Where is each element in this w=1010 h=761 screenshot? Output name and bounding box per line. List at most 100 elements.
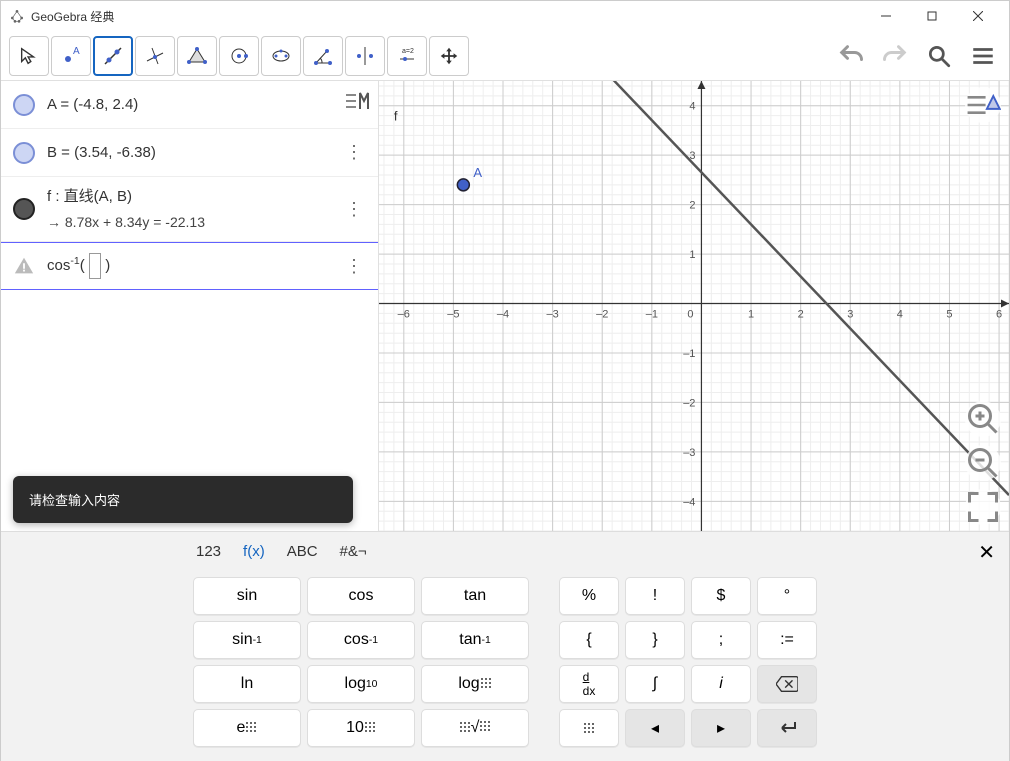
key-tan[interactable]: tan (421, 577, 529, 615)
algebra-row[interactable]: B = (3.54, -6.38) ⋮ (1, 129, 378, 177)
tool-move[interactable] (9, 36, 49, 76)
key-∫[interactable]: ∫ (625, 665, 685, 703)
visibility-marker-icon[interactable] (13, 94, 35, 116)
menu-button[interactable] (965, 38, 1001, 74)
svg-text:–2: –2 (683, 397, 695, 409)
tool-reflect[interactable] (345, 36, 385, 76)
key-°[interactable]: ° (757, 577, 817, 615)
algebra-row[interactable]: A = (-4.8, 2.4) (1, 81, 378, 129)
visibility-marker-icon[interactable] (13, 198, 35, 220)
svg-text:–4: –4 (497, 309, 509, 321)
key-◂[interactable]: ◂ (625, 709, 685, 747)
key-$[interactable]: $ (691, 577, 751, 615)
tab-123[interactable]: 123 (196, 543, 221, 560)
symbolic-toggle[interactable] (338, 81, 378, 121)
key-log_10[interactable]: log10 (307, 665, 415, 703)
keyboard-tabs: 123 f(x) ABC #&¬ (1, 532, 1009, 571)
algebra-input-row[interactable]: cos-1( ) ⋮ (1, 242, 378, 290)
key-%[interactable]: % (559, 577, 619, 615)
svg-text:–4: –4 (683, 496, 695, 508)
maximize-button[interactable] (909, 1, 955, 31)
key-{[interactable]: { (559, 621, 619, 659)
svg-text:4: 4 (689, 101, 695, 113)
algebra-view: A = (-4.8, 2.4) B = (3.54, -6.38) ⋮ f : … (1, 81, 379, 531)
zoom-in-button[interactable] (965, 401, 1001, 437)
more-icon[interactable]: ⋮ (342, 199, 366, 220)
svg-text:2: 2 (798, 309, 804, 321)
svg-text:A: A (73, 46, 80, 57)
key-cos^-1[interactable]: cos-1 (307, 621, 415, 659)
key-enter[interactable] (757, 709, 817, 747)
minimize-button[interactable] (863, 1, 909, 31)
algebra-input[interactable]: cos-1( ) (47, 253, 330, 279)
svg-text:3: 3 (847, 309, 853, 321)
app-icon (9, 8, 25, 24)
key-:=[interactable]: := (757, 621, 817, 659)
svg-text:–3: –3 (683, 447, 695, 459)
key-ans[interactable] (559, 709, 619, 747)
main-area: A = (-4.8, 2.4) B = (3.54, -6.38) ⋮ f : … (1, 81, 1009, 531)
tab-sym[interactable]: #&¬ (340, 543, 367, 560)
algebra-expr: f : 直线(A, B) → 8.78x + 8.34y = -22.13 (47, 185, 330, 233)
zoom-out-button[interactable] (965, 445, 1001, 481)
algebra-expr: A = (-4.8, 2.4) (47, 93, 366, 117)
visibility-marker-icon[interactable] (13, 142, 35, 164)
error-tooltip: 请检查输入内容 (13, 476, 353, 523)
graphics-view[interactable]: –6–5–4–3–2–1123456–4–3–2–112340fA (379, 81, 1009, 531)
svg-text:2: 2 (689, 200, 695, 212)
svg-text:–1: –1 (683, 348, 695, 360)
key-sin^-1[interactable]: sin-1 (193, 621, 301, 659)
graphics-settings-button[interactable] (965, 87, 1001, 123)
svg-text:–1: –1 (646, 309, 658, 321)
svg-text:6: 6 (996, 309, 1002, 321)
svg-text:–6: –6 (398, 309, 410, 321)
key-backspace[interactable] (757, 665, 817, 703)
undo-button[interactable] (833, 38, 869, 74)
virtual-keyboard: 123 f(x) ABC #&¬ ✕ sincostan sin-1cos-1ta… (1, 531, 1009, 761)
key-sin[interactable]: sin (193, 577, 301, 615)
close-button[interactable] (955, 1, 1001, 31)
key-ln[interactable]: ln (193, 665, 301, 703)
tab-abc[interactable]: ABC (287, 543, 318, 560)
toolbar: A a=2 (1, 31, 1009, 81)
fullscreen-button[interactable] (965, 489, 1001, 525)
algebra-expr: B = (3.54, -6.38) (47, 141, 330, 165)
svg-text:f: f (394, 109, 398, 124)
warning-icon (13, 255, 35, 277)
key-![interactable]: ! (625, 577, 685, 615)
titlebar: GeoGebra 经典 (1, 1, 1009, 31)
key-d/dx[interactable]: ddx (559, 665, 619, 703)
tool-circle[interactable] (219, 36, 259, 76)
tool-polygon[interactable] (177, 36, 217, 76)
svg-text:A: A (473, 165, 482, 180)
tool-perpendicular[interactable] (135, 36, 175, 76)
key-}[interactable]: } (625, 621, 685, 659)
key-▸[interactable]: ▸ (691, 709, 751, 747)
tool-line[interactable] (93, 36, 133, 76)
svg-text:1: 1 (748, 309, 754, 321)
app-title: GeoGebra 经典 (31, 8, 114, 25)
tool-move-view[interactable] (429, 36, 469, 76)
redo-button[interactable] (877, 38, 913, 74)
tool-conic[interactable] (261, 36, 301, 76)
tab-fx[interactable]: f(x) (243, 543, 265, 560)
keyboard-close-button[interactable]: ✕ (978, 540, 995, 565)
svg-text:0: 0 (687, 309, 693, 321)
key-log_b[interactable]: log (421, 665, 529, 703)
key-10^x[interactable]: 10 (307, 709, 415, 747)
key-cos[interactable]: cos (307, 577, 415, 615)
more-icon[interactable]: ⋮ (342, 142, 366, 163)
svg-text:1: 1 (689, 249, 695, 261)
tool-point[interactable]: A (51, 36, 91, 76)
algebra-row[interactable]: f : 直线(A, B) → 8.78x + 8.34y = -22.13 ⋮ (1, 177, 378, 242)
tool-angle[interactable] (303, 36, 343, 76)
tool-slider[interactable]: a=2 (387, 36, 427, 76)
search-button[interactable] (921, 38, 957, 74)
key-e^x[interactable]: e (193, 709, 301, 747)
more-icon[interactable]: ⋮ (342, 256, 366, 277)
key-nroot[interactable]: √ (421, 709, 529, 747)
key-tan^-1[interactable]: tan-1 (421, 621, 529, 659)
svg-text:5: 5 (946, 309, 952, 321)
key-;[interactable]: ; (691, 621, 751, 659)
key-i[interactable]: i (691, 665, 751, 703)
